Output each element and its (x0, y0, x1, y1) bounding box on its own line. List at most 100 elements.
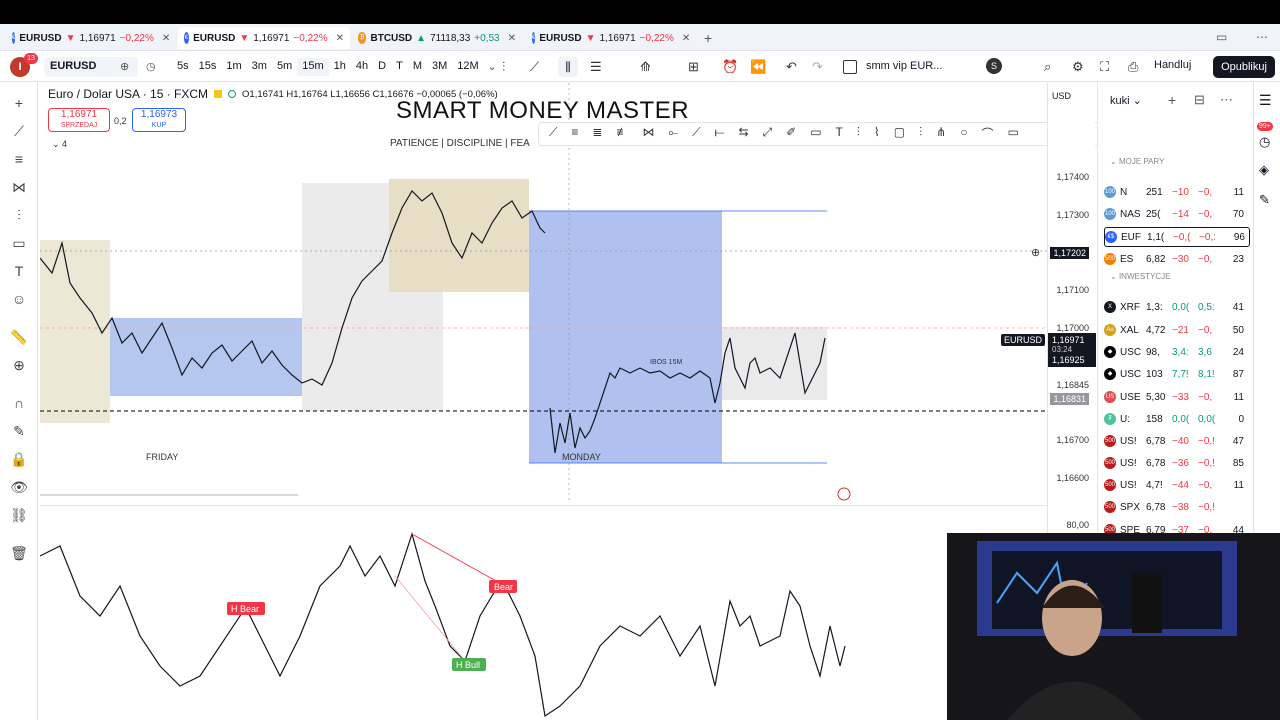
timeframe-4h[interactable]: 4h (351, 58, 373, 76)
watchlist-row[interactable]: 500 SPX 6,78 −38 −0,! (1104, 497, 1250, 517)
lock-icon[interactable]: 🔒 (10, 450, 28, 468)
layout-icon[interactable]: ▭ (1216, 30, 1227, 44)
section-header[interactable]: ⌄ MOJE PARY (1110, 157, 1164, 166)
path-icon[interactable]: ⌇ (874, 125, 880, 142)
watchlist-row[interactable]: ◆ USC 103 7,7! 8,1! 87 (1104, 364, 1250, 384)
watchlist-row[interactable]: X XRF 1,3: 0,0(0,5: 41 (1104, 297, 1250, 317)
hline-icon[interactable]: ⟝ (715, 125, 725, 142)
trash-icon[interactable]: 🗑 (10, 544, 28, 562)
timeframe-15m[interactable]: 15m (297, 58, 329, 76)
gear-icon[interactable]: ⚙ (1072, 59, 1084, 75)
timeframe-1h[interactable]: 1h (329, 58, 351, 76)
main-chart[interactable]: FRIDAY MONDAY IBOS 15M Euro / Dolar USA … (40, 83, 1047, 503)
watchlist-row[interactable]: Au XAL 4,72 −21 −0, 50 (1104, 320, 1250, 340)
search-icon[interactable]: ⌕ (1044, 59, 1051, 75)
replay-icon[interactable]: ⏪ (750, 59, 766, 75)
text-icon[interactable]: T (836, 125, 843, 142)
bars-icon[interactable]: ⫼ (558, 57, 578, 77)
camera-icon[interactable]: ⎙ (1128, 59, 1138, 75)
note-icon[interactable]: ▭ (1007, 125, 1018, 142)
zoom-icon[interactable]: ⊕ (10, 356, 28, 374)
watchlist-row[interactable]: US USE 5,30 −33 −0, 11 (1104, 387, 1250, 407)
timeframe-3M[interactable]: 3M (427, 58, 452, 76)
interval-icon[interactable]: ◷ (146, 60, 156, 73)
watchlist-row[interactable]: 500 ES 6,82 −30 −0, 23 (1104, 249, 1250, 269)
circle-icon[interactable]: ○ (960, 125, 967, 142)
redo-icon[interactable]: ↷ (812, 59, 823, 75)
tab-eurusd-2[interactable]: € EURUSD ▼ 1,16971 −0,22% ✕ (178, 27, 350, 49)
magnet-icon[interactable]: ∩ (10, 394, 28, 412)
layout-select-icon[interactable] (843, 60, 857, 74)
legend-title[interactable]: Euro / Dolar USA · 15 · FXCM (48, 87, 208, 101)
publish-button[interactable]: Opublikuj (1213, 56, 1275, 78)
fib-icon[interactable]: ⫶ (10, 206, 28, 224)
watchlist-row[interactable]: ◆ USC 98, 3,4: 3,6 24 (1104, 342, 1250, 362)
trendline-icon[interactable]: ⟋ (10, 122, 28, 140)
template-name[interactable]: smm vip EUR... (866, 60, 942, 72)
pattern-icon[interactable]: ⋈ (642, 125, 654, 142)
sell-button[interactable]: 1,16971 SPRZEDAJ (48, 108, 110, 132)
fib-icon[interactable]: ≡ (571, 125, 578, 142)
eye-icon[interactable]: 👁 (10, 478, 28, 496)
legend-collapse[interactable]: ⌄ 4 (52, 139, 67, 150)
rectangle-icon[interactable]: ▭ (10, 234, 28, 252)
watchlist-row[interactable]: 500 US! 6,78 −40 −0,! 47 (1104, 431, 1250, 451)
alert-icon[interactable]: ⏰ (722, 59, 738, 75)
fork-icon[interactable]: ⋔ (936, 125, 946, 142)
ruler-icon[interactable]: 📏 (10, 328, 28, 346)
channel-icon[interactable]: ≣ (592, 125, 602, 142)
alerts-icon[interactable]: ◷ (1259, 134, 1270, 150)
save-icon[interactable]: S (986, 58, 1002, 74)
timeframe-3m[interactable]: 3m (247, 58, 272, 76)
close-icon[interactable]: ✕ (162, 33, 170, 44)
tab-eurusd-3[interactable]: € EURUSD ▼ 1,16971 −0,22% ✕ (526, 27, 696, 49)
new-tab-icon[interactable]: + (704, 30, 712, 46)
watchlist-name[interactable]: kuki ⌄ (1110, 94, 1142, 107)
brush-icon[interactable]: ✐ (786, 125, 796, 142)
watchlist-row[interactable]: 500 US! 6,78 −36 −0,! 85 (1104, 453, 1250, 473)
us-flag-icon[interactable] (837, 487, 851, 501)
range-icon[interactable]: ⇆ (738, 125, 748, 142)
tab-btcusd[interactable]: ₿ BTCUSD ▲ 71118,33 +0,53 ✕ (352, 27, 522, 49)
timeframe-5m[interactable]: 5m (272, 58, 297, 76)
templates-icon[interactable]: ⊞ (688, 59, 699, 75)
shape-icon[interactable]: ▢ (894, 125, 905, 142)
pitchfork-icon[interactable]: ≢ (616, 125, 628, 142)
timeframe-M[interactable]: M (408, 58, 427, 76)
crosshair-icon[interactable]: + (10, 94, 28, 112)
timeframe-12M[interactable]: 12M (452, 58, 483, 76)
strategy-icon[interactable]: ⟰ (640, 59, 651, 75)
undo-icon[interactable]: ↶ (786, 59, 797, 75)
compare-icon[interactable]: ⊕ (120, 60, 129, 73)
menu-icon[interactable]: ⋯ (1256, 30, 1268, 44)
pencil-lock-icon[interactable]: ✎ (10, 422, 28, 440)
horizontal-lines-icon[interactable]: ≡ (10, 150, 28, 168)
arc-icon[interactable]: ⌒ (981, 125, 993, 142)
candles-icon[interactable]: ⫶ (502, 59, 505, 75)
timeframe-D[interactable]: D (373, 58, 391, 76)
emoji-icon[interactable]: ☺ (10, 290, 28, 308)
currency-label[interactable]: USD (1052, 91, 1071, 101)
notes-icon[interactable]: ✎ (1259, 192, 1270, 208)
watchlist-icon[interactable]: ☰ (1259, 92, 1272, 109)
close-icon[interactable]: ✕ (508, 33, 516, 44)
measure-icon[interactable]: ⫶ (919, 125, 922, 142)
timeframe-1m[interactable]: 1m (221, 58, 246, 76)
tab-eurusd-1[interactable]: € EURUSD ▼ 1,16971 −0,22% ✕ (6, 27, 174, 49)
timeframe-5s[interactable]: 5s (172, 58, 194, 76)
close-icon[interactable]: ✕ (336, 33, 344, 44)
timeframe-T[interactable]: T (391, 58, 408, 76)
trade-button[interactable]: Handluj (1154, 59, 1191, 71)
oscillator-pane[interactable]: H Bear Bear H Bull (40, 505, 1047, 720)
rect-icon[interactable]: ▭ (810, 125, 821, 142)
buy-button[interactable]: 1,16973 KUP (132, 108, 186, 132)
section-header[interactable]: ⌄ INWESTYCJE (1110, 272, 1171, 281)
close-icon[interactable]: ✕ (682, 33, 690, 44)
watchlist-row[interactable]: 100 NAS 25(−14 −0, 70 (1104, 204, 1250, 224)
timeframe-15s[interactable]: 15s (194, 58, 222, 76)
ray-icon[interactable]: ⟜ (668, 125, 678, 142)
line-chart-icon[interactable]: ⟋ (530, 59, 539, 75)
trend-icon[interactable]: ⟋ (692, 125, 700, 142)
watchlist-row[interactable]: €$ EUF 1,1(−0,(−0,: 96 (1104, 227, 1250, 247)
more-icon[interactable]: ⋯ (1220, 92, 1233, 108)
